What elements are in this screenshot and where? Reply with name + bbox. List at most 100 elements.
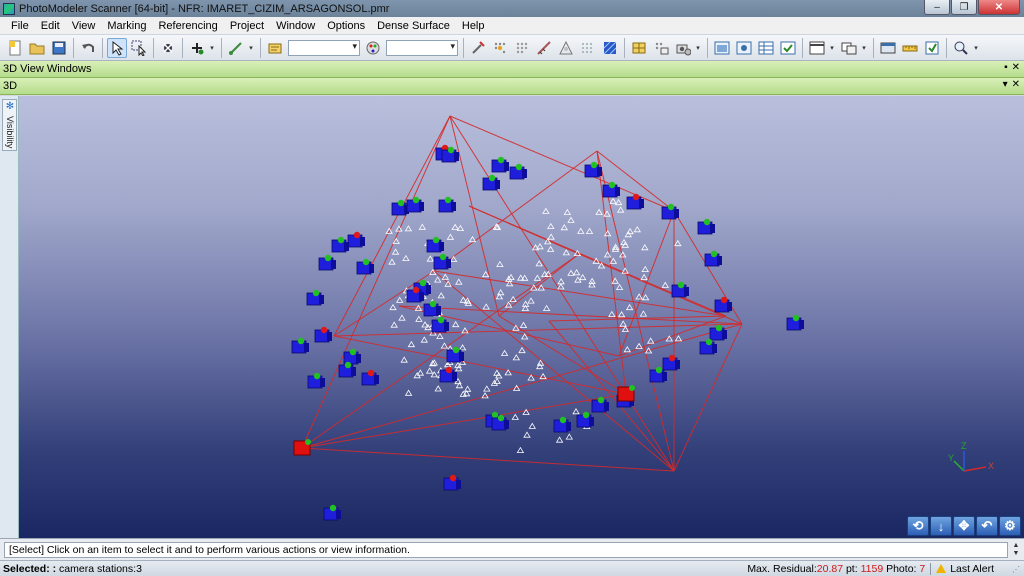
camera-lens[interactable] [447, 146, 455, 154]
point-marker[interactable] [404, 389, 413, 396]
camera-side[interactable] [456, 480, 461, 489]
camera-lens[interactable] [449, 474, 457, 482]
wireframe-edge[interactable] [301, 447, 675, 472]
view-settings-icon[interactable]: ⚙ [999, 516, 1021, 536]
layout-icon[interactable] [807, 38, 827, 58]
visibility-tab[interactable]: ✻ Visibility [2, 99, 17, 151]
point-marker[interactable] [430, 359, 439, 366]
camera-side[interactable] [304, 343, 309, 352]
point-marker[interactable] [565, 433, 574, 440]
point-marker[interactable] [547, 222, 555, 229]
point-marker[interactable] [578, 273, 587, 281]
camera-lens[interactable] [720, 296, 728, 304]
menu-dense-surface[interactable]: Dense Surface [371, 20, 456, 32]
camera-lens[interactable] [349, 348, 357, 356]
camera-stations-icon[interactable] [651, 38, 671, 58]
view-close-icon[interactable]: ✕ [1012, 79, 1020, 90]
camera-lens[interactable] [559, 416, 567, 424]
dense-points-icon[interactable] [578, 38, 598, 58]
mark-points-dropdown-icon[interactable]: ▾ [208, 44, 216, 52]
point-marker[interactable] [641, 294, 650, 301]
point-marker[interactable] [614, 198, 623, 206]
point-marker[interactable] [623, 346, 632, 353]
view-dropdown-icon[interactable]: ▾ [1003, 79, 1008, 90]
select-pointer-icon[interactable] [107, 37, 127, 58]
point-marker[interactable] [390, 321, 398, 328]
point-marker[interactable] [619, 320, 627, 327]
point-marker[interactable] [426, 255, 435, 262]
camera-side[interactable] [604, 402, 609, 411]
selected-camera-lens[interactable] [305, 439, 311, 445]
camera-lens[interactable] [432, 236, 440, 244]
point-marker[interactable] [456, 224, 465, 231]
restore-button[interactable]: ❐ [951, 0, 977, 15]
camera-side[interactable] [351, 367, 356, 376]
point-marker[interactable] [557, 278, 565, 285]
camera-side[interactable] [566, 422, 571, 431]
point-marker[interactable] [441, 273, 450, 280]
point-marker[interactable] [389, 303, 397, 311]
camera-lens[interactable] [515, 163, 523, 171]
point-marker[interactable] [511, 413, 520, 420]
open-photo-view-icon[interactable] [734, 38, 754, 58]
camera-lens[interactable] [419, 279, 427, 287]
arrange-dropdown-icon[interactable]: ▾ [860, 44, 868, 52]
camera-lens[interactable] [597, 396, 605, 404]
process-icon[interactable] [468, 38, 488, 58]
point-marker[interactable] [563, 208, 572, 215]
point-marker[interactable] [451, 320, 460, 328]
camera-side[interactable] [374, 375, 379, 384]
camera-lens[interactable] [497, 414, 505, 422]
point-marker[interactable] [391, 248, 400, 255]
camera-side[interactable] [439, 242, 444, 251]
point-marker[interactable] [535, 260, 543, 267]
photo-grid-icon[interactable] [629, 38, 649, 58]
camera-side[interactable] [639, 199, 644, 208]
point-marker[interactable] [388, 258, 396, 265]
point-marker[interactable] [585, 227, 594, 234]
camera-lens[interactable] [445, 366, 453, 374]
camera-dropdown-icon[interactable]: ▾ [694, 44, 702, 52]
point-marker[interactable] [483, 385, 491, 392]
point-marker[interactable] [523, 431, 531, 438]
3d-scene[interactable]: X YZ [19, 96, 1024, 538]
camera-side[interactable] [419, 202, 424, 211]
camera-lens[interactable] [452, 346, 460, 354]
camera-lens[interactable] [439, 253, 447, 261]
menu-help[interactable]: Help [456, 20, 491, 32]
mark-lines-icon[interactable] [226, 38, 246, 58]
resize-grip-icon[interactable]: ⋰ [1012, 565, 1022, 575]
point-marker[interactable] [407, 340, 416, 348]
wireframe-edge[interactable] [333, 335, 627, 395]
point-marker[interactable] [459, 296, 468, 303]
camera-lens[interactable] [792, 314, 800, 322]
point-marker[interactable] [451, 223, 459, 230]
scroll-down-icon[interactable]: ▼ [1013, 550, 1020, 558]
point-marker[interactable] [567, 216, 575, 223]
point-marker[interactable] [500, 349, 509, 356]
camera-lens[interactable] [412, 286, 420, 294]
point-marker[interactable] [455, 278, 463, 285]
point-marker[interactable] [560, 224, 569, 231]
point-marker[interactable] [625, 303, 634, 311]
camera-side[interactable] [369, 264, 374, 273]
point-marker[interactable] [400, 356, 408, 363]
point-marker[interactable] [572, 408, 580, 415]
zoom-icon[interactable] [951, 38, 971, 58]
camera-side[interactable] [615, 187, 620, 196]
point-marker[interactable] [555, 436, 564, 443]
camera-side[interactable] [504, 162, 509, 171]
point-table-icon[interactable] [512, 38, 532, 58]
camera-lens[interactable] [710, 250, 718, 258]
point-marker[interactable] [595, 208, 603, 215]
point-marker[interactable] [567, 269, 575, 276]
point-marker[interactable] [640, 273, 648, 281]
point-marker[interactable] [516, 446, 525, 453]
undo-icon[interactable] [78, 38, 98, 58]
camera-side[interactable] [712, 344, 717, 353]
camera-lens[interactable] [668, 354, 676, 362]
camera-side[interactable] [717, 256, 722, 265]
camera-side[interactable] [589, 417, 594, 426]
open-table-icon[interactable] [756, 38, 776, 58]
camera-side[interactable] [727, 302, 732, 311]
